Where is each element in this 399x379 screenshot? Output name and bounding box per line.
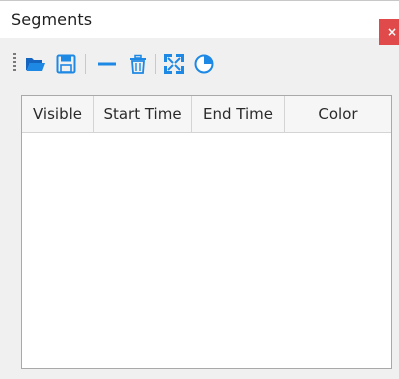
- delete-button[interactable]: [127, 53, 149, 75]
- segments-table[interactable]: Visible Start Time End Time Color: [21, 95, 392, 369]
- title-bar: Segments ×: [0, 0, 399, 45]
- open-folder-icon: [24, 53, 46, 75]
- toolbar-separator: [85, 54, 86, 74]
- fit-view-icon: [163, 53, 185, 75]
- column-header-end-time[interactable]: End Time: [192, 96, 285, 132]
- toolbar-grip-handle[interactable]: [13, 53, 16, 73]
- toolbar-separator: [155, 54, 156, 74]
- save-icon: [55, 53, 77, 75]
- remove-icon: [96, 53, 118, 75]
- column-header-color[interactable]: Color: [285, 96, 391, 132]
- close-button[interactable]: ×: [379, 19, 399, 45]
- table-body[interactable]: [22, 133, 391, 368]
- column-header-start-time[interactable]: Start Time: [94, 96, 192, 132]
- color-wheel-icon: [193, 53, 215, 75]
- table-header-row: Visible Start Time End Time Color: [22, 96, 391, 133]
- open-button[interactable]: [24, 53, 46, 75]
- color-wheel-button[interactable]: [193, 53, 215, 75]
- toolbar: [0, 48, 399, 80]
- segments-panel: Segments × Visible Start Time End Time C…: [0, 0, 399, 379]
- panel-title: Segments: [11, 10, 93, 29]
- remove-button[interactable]: [96, 53, 118, 75]
- delete-icon: [127, 53, 149, 75]
- save-button[interactable]: [55, 53, 77, 75]
- fit-view-button[interactable]: [163, 53, 185, 75]
- column-header-visible[interactable]: Visible: [22, 96, 94, 132]
